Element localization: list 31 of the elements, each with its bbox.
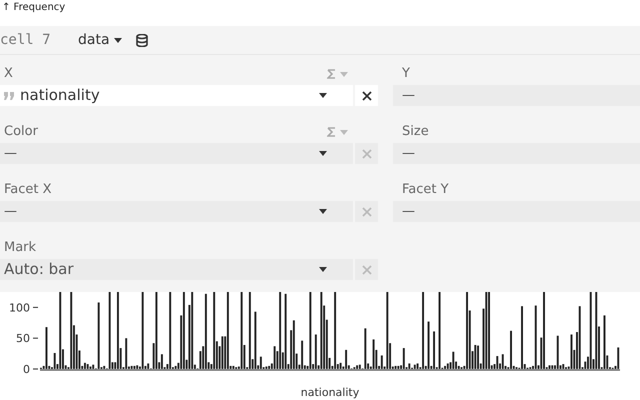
dataset-dropdown[interactable]: data <box>78 30 122 50</box>
cell-label: cell 7 <box>0 30 52 50</box>
y-tick-label: 50 <box>16 332 30 346</box>
field-select[interactable]: — <box>393 143 640 164</box>
field-value: — <box>402 86 415 105</box>
x-axis-label: nationality <box>300 386 360 399</box>
y-tick: 100 <box>9 301 38 314</box>
field-label: Mark <box>3 239 36 258</box>
field-value: — <box>402 144 415 163</box>
field-select[interactable]: — <box>393 85 640 106</box>
field-label: Facet X <box>3 181 52 200</box>
field-label: Size <box>401 123 429 142</box>
field-select[interactable]: — <box>393 201 640 222</box>
field-value: Auto: bar <box>3 259 75 280</box>
field-label: Y <box>401 65 410 84</box>
field-label: X <box>3 65 13 84</box>
field-value: — <box>402 202 415 221</box>
y-tick-label: 0 <box>23 363 30 376</box>
y-tick-label: 100 <box>9 301 30 314</box>
y-tick: 0 <box>23 363 38 376</box>
field-value: nationality <box>20 85 101 106</box>
field-select[interactable]: Auto: bar <box>0 259 353 280</box>
field-label: Facet Y <box>401 181 449 200</box>
field-select[interactable]: — <box>0 201 353 222</box>
field-value: — <box>3 202 18 221</box>
field-label: Color <box>3 123 38 142</box>
axis-caption: ↑ Frequency <box>2 1 66 15</box>
y-tick: 50 <box>16 332 38 346</box>
field-select[interactable]: nationality <box>0 85 353 106</box>
field-value: — <box>3 144 18 163</box>
field-select[interactable]: — <box>0 143 353 164</box>
